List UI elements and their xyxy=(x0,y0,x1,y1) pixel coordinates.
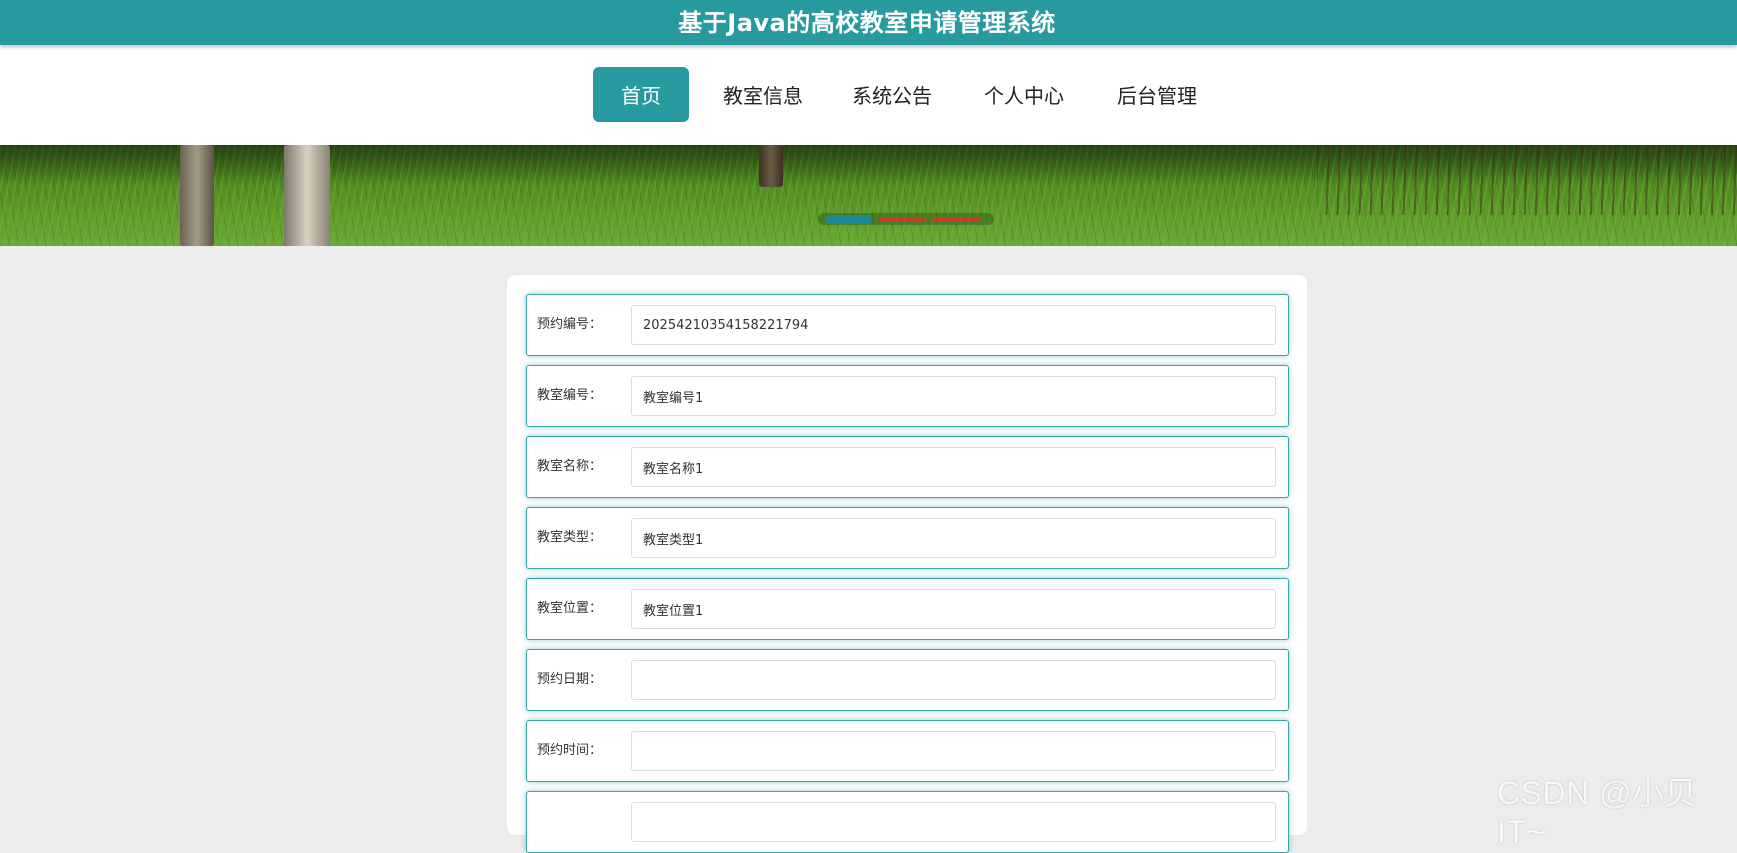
tree-trunk xyxy=(284,145,330,246)
tree-trunk xyxy=(180,145,214,246)
nav-item-home[interactable]: 首页 xyxy=(593,67,689,122)
classroom-type-input[interactable] xyxy=(631,518,1276,558)
field-label: 预约日期： xyxy=(537,672,603,687)
carousel-dot[interactable] xyxy=(932,217,980,221)
nav-item-announcements[interactable]: 系统公告 xyxy=(851,67,933,122)
site-title: 基于Java的高校教室申请管理系统 xyxy=(678,9,1056,37)
field-label: 预约编号： xyxy=(537,317,603,332)
form-row-classroom-name: 教室名称： xyxy=(526,436,1289,498)
tree-trunk xyxy=(759,145,783,187)
main-nav: 首页 教室信息 系统公告 个人中心 后台管理 xyxy=(0,45,1737,145)
form-row-booking-date: 预约日期： xyxy=(526,649,1289,711)
field-label: 教室位置： xyxy=(537,601,603,616)
field-label: 教室编号： xyxy=(537,388,603,403)
booking-form-panel: 预约编号： 教室编号： 教室名称： 教室类型： 教室位置： 预约日期： 预约时间… xyxy=(507,275,1307,853)
nav-item-admin[interactable]: 后台管理 xyxy=(1116,67,1198,122)
form-input[interactable] xyxy=(631,802,1276,842)
banner-carousel xyxy=(0,145,1737,246)
nav-item-personal-center[interactable]: 个人中心 xyxy=(983,67,1065,122)
watermark: CSDN @小贝IT~ xyxy=(1497,775,1698,850)
carousel-dot-active[interactable] xyxy=(826,214,872,224)
form-row-classroom-number: 教室编号： xyxy=(526,365,1289,427)
form-row-booking-time: 预约时间： xyxy=(526,720,1289,782)
carousel-indicators xyxy=(818,213,994,225)
field-label: 预约时间： xyxy=(537,743,603,758)
form-row-classroom-type: 教室类型： xyxy=(526,507,1289,569)
carousel-dot[interactable] xyxy=(878,217,926,221)
top-header: 基于Java的高校教室申请管理系统 xyxy=(0,0,1737,45)
classroom-location-input[interactable] xyxy=(631,589,1276,629)
booking-number-input[interactable] xyxy=(631,305,1276,345)
form-row-classroom-location: 教室位置： xyxy=(526,578,1289,640)
classroom-name-input[interactable] xyxy=(631,447,1276,487)
field-label: 教室类型： xyxy=(537,530,603,545)
field-label: 教室名称： xyxy=(537,459,603,474)
form-row-booking-number: 预约编号： xyxy=(526,294,1289,356)
booking-date-input[interactable] xyxy=(631,660,1276,700)
form-row-partial xyxy=(526,791,1289,853)
nav-item-classroom-info[interactable]: 教室信息 xyxy=(722,67,804,122)
classroom-number-input[interactable] xyxy=(631,376,1276,416)
nav-menu: 首页 教室信息 系统公告 个人中心 后台管理 xyxy=(593,67,1198,122)
booking-time-input[interactable] xyxy=(631,731,1276,771)
